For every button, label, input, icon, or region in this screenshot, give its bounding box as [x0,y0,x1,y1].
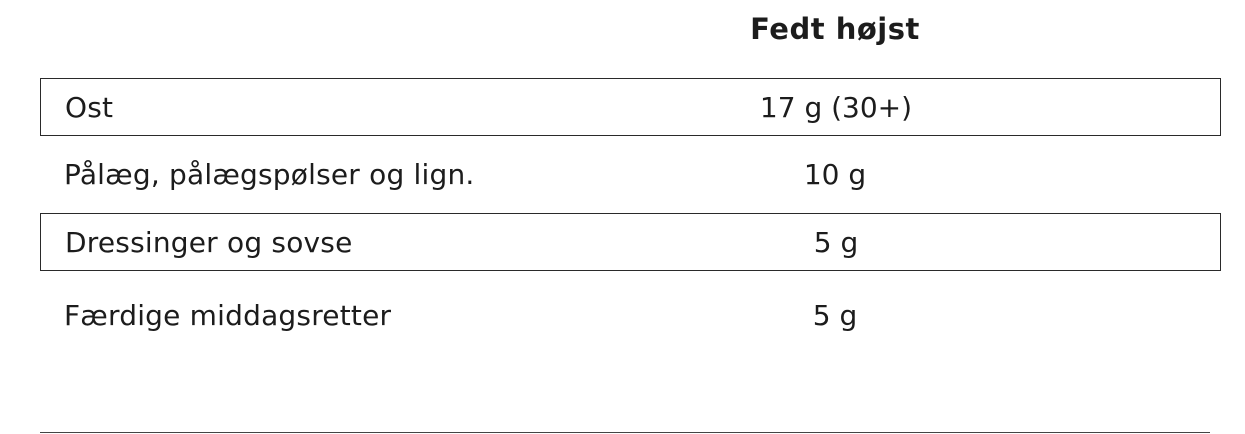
row-value: 5 g [812,298,858,332]
table-row: Pålæg, pålægspølser og lign. 10 g [40,145,1221,203]
table-row: Ost 17 g (30+) [40,78,1221,136]
row-label: Dressinger og sovse [65,225,353,259]
table-row: Dressinger og sovse 5 g [40,213,1221,271]
row-label: Færdige middagsretter [64,298,392,332]
table-row: Færdige middagsretter 5 g [40,286,1221,344]
bottom-divider [40,432,1210,433]
row-value: 10 g [803,157,867,191]
column-header-fat-max: Fedt højst [750,12,920,46]
row-label: Pålæg, pålægspølser og lign. [64,157,475,191]
row-label: Ost [65,90,114,124]
row-value: 17 g (30+) [759,90,913,124]
row-value: 5 g [813,225,859,259]
